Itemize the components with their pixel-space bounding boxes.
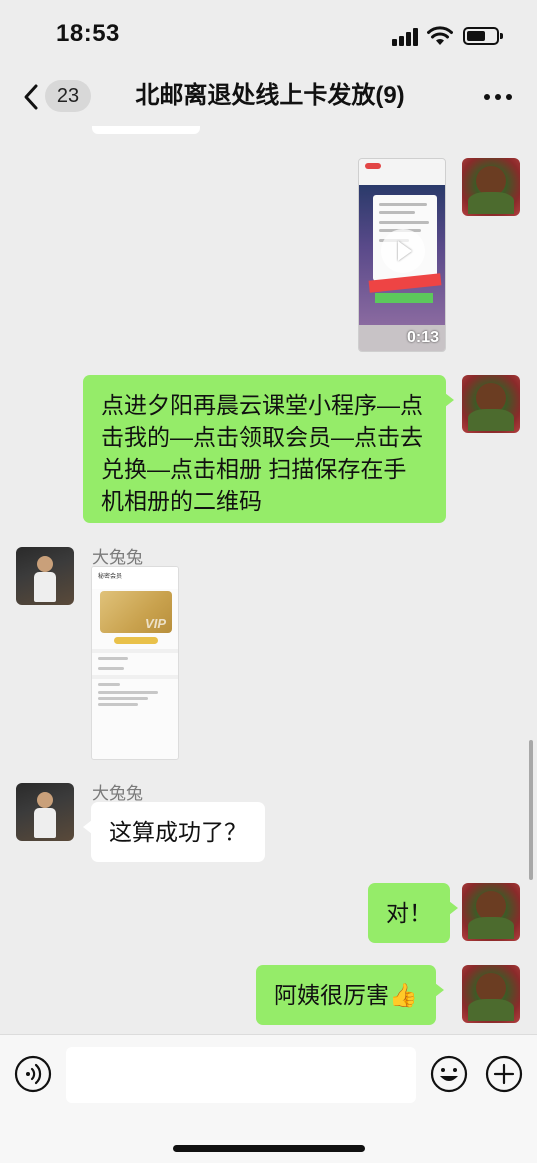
status-bar: 18:53 [0, 0, 537, 70]
battery-icon [463, 27, 503, 45]
message-bubble-instructions[interactable]: 点进夕阳再晨云课堂小程序—点击我的—点击领取会员—点击去兑换—点击相册 扫描保存… [83, 375, 454, 523]
more-options-icon[interactable] [482, 94, 514, 102]
sender-name: 大兔兔 [92, 548, 143, 567]
wifi-icon [427, 26, 453, 45]
input-bar [0, 1034, 537, 1163]
previous-message-bubble[interactable] [92, 126, 200, 134]
play-icon[interactable] [381, 229, 425, 273]
message-input[interactable] [66, 1047, 416, 1103]
status-time: 18:53 [56, 20, 120, 47]
screen-title: 秘密会员 [98, 574, 123, 580]
video-duration: 0:13 [406, 329, 439, 346]
chat-header: 23 北邮离退处线上卡发放(9) [0, 70, 537, 126]
vip-card: VIP [100, 591, 172, 633]
avatar-datutu[interactable] [16, 547, 74, 605]
avatar-self[interactable] [462, 158, 520, 216]
plus-icon[interactable] [485, 1055, 523, 1093]
video-message[interactable]: 0:13 [358, 158, 446, 352]
vip-text: VIP [145, 616, 166, 631]
unread-count-badge[interactable]: 23 [45, 80, 91, 112]
image-message[interactable]: 秘密会员 VIP [91, 566, 179, 760]
avatar-self[interactable] [462, 375, 520, 433]
signal-icon [392, 28, 418, 46]
sender-name: 大兔兔 [92, 784, 143, 803]
message-bubble-praise[interactable]: 阿姨很厉害👍 [256, 965, 444, 1025]
avatar-self[interactable] [462, 965, 520, 1023]
chat-title: 北邮离退处线上卡发放(9) [135, 82, 405, 109]
home-indicator [173, 1145, 365, 1152]
message-list[interactable]: 0:13 点进夕阳再晨云课堂小程序—点击我的—点击领取会员—点击去兑换—点击相册… [0, 126, 537, 1034]
message-bubble-reply[interactable]: 对！ [368, 883, 458, 943]
avatar-datutu[interactable] [16, 783, 74, 841]
avatar-self[interactable] [462, 883, 520, 941]
emoji-icon[interactable] [430, 1055, 468, 1093]
back-chevron-icon[interactable] [20, 82, 42, 112]
scrollbar[interactable] [529, 740, 533, 880]
message-bubble-question[interactable]: 这算成功了？ [83, 802, 265, 862]
voice-icon[interactable] [14, 1055, 52, 1093]
